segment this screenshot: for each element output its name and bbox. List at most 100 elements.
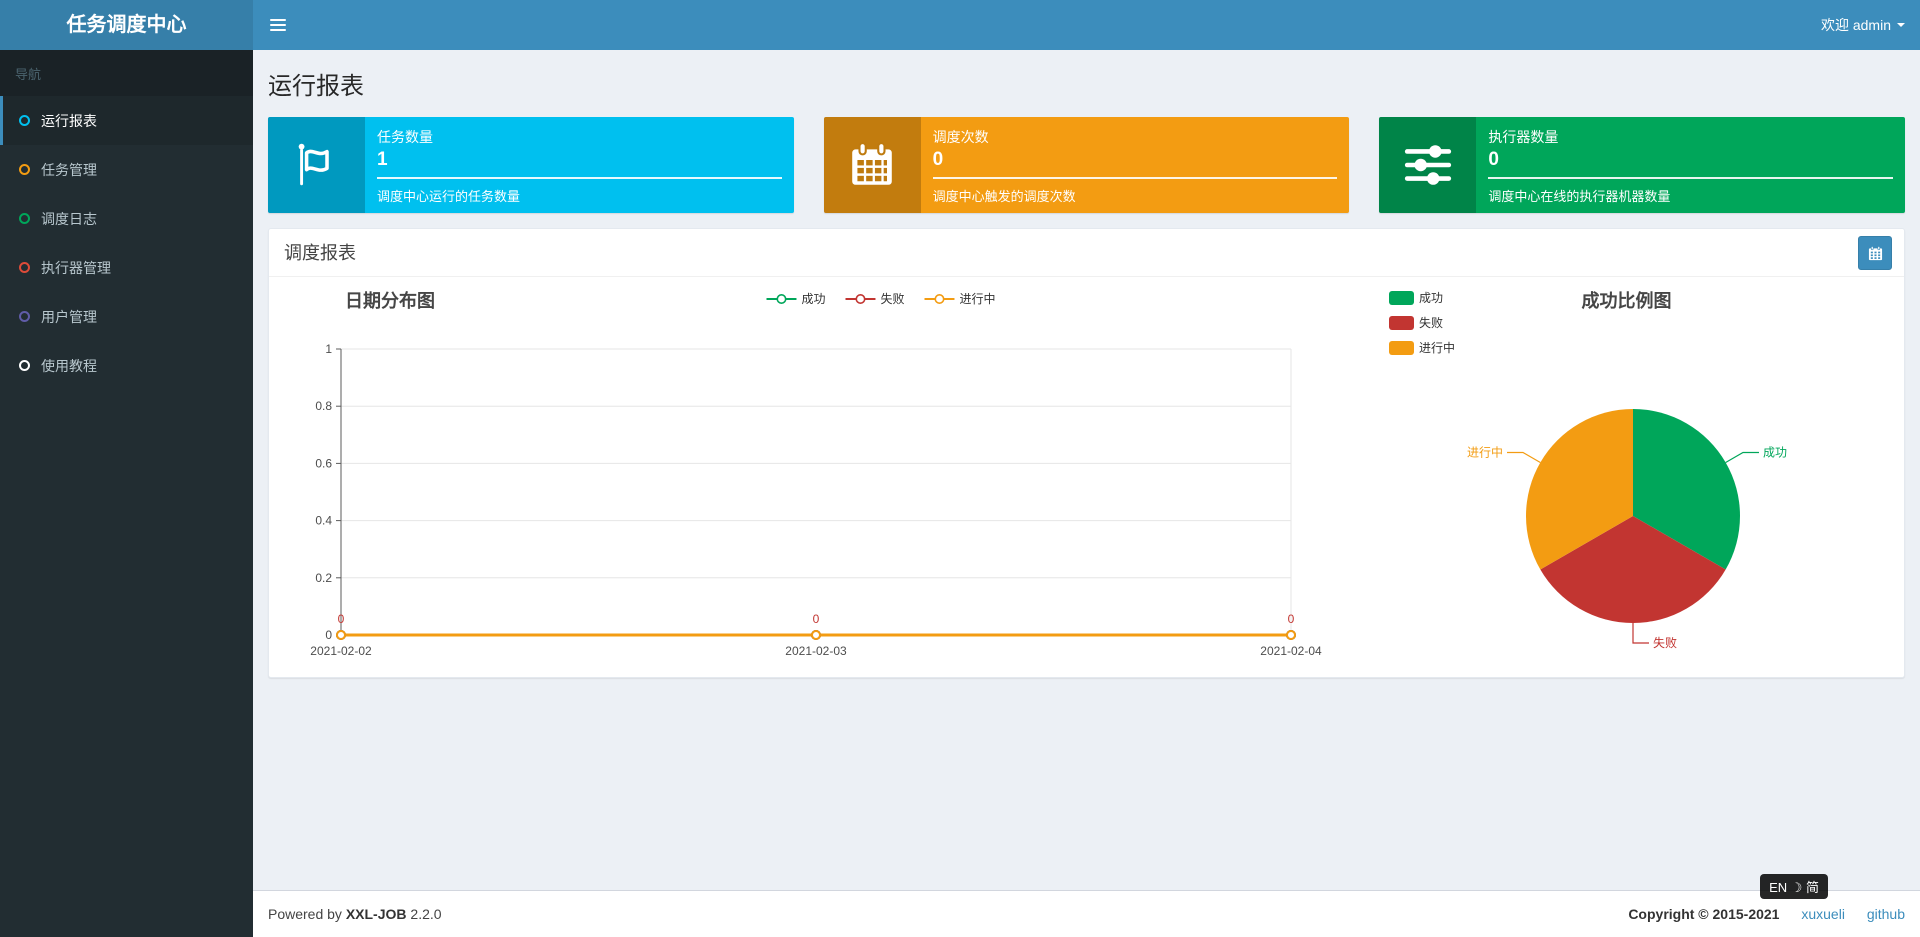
y-axis-tick-label: 1 bbox=[325, 342, 332, 356]
sidebar-item-run-report[interactable]: 运行报表 bbox=[0, 96, 253, 145]
sliders-icon bbox=[1379, 117, 1477, 213]
x-axis-tick-label: 2021-02-02 bbox=[310, 644, 372, 658]
circle-icon bbox=[19, 164, 30, 175]
pie-slice-label: 进行中 bbox=[1467, 445, 1503, 460]
circle-icon bbox=[19, 311, 30, 322]
sidebar-item-label: 执行器管理 bbox=[41, 259, 111, 276]
panel-header: 调度报表 bbox=[269, 229, 1904, 277]
hamburger-icon bbox=[270, 19, 286, 21]
info-box-trigger-count: 调度次数 0 调度中心触发的调度次数 bbox=[823, 117, 1350, 213]
info-box-executor-count: 执行器数量 0 调度中心在线的执行器机器数量 bbox=[1379, 117, 1906, 213]
legend-swatch bbox=[1389, 290, 1414, 305]
circle-icon bbox=[19, 115, 30, 126]
legend-item-running[interactable]: 进行中 bbox=[1389, 339, 1455, 356]
circle-icon bbox=[19, 213, 30, 224]
legend-label: 成功 bbox=[1419, 291, 1444, 305]
panel-title: 调度报表 bbox=[284, 243, 356, 263]
divider bbox=[1488, 177, 1894, 179]
ime-indicator-badge: EN ☽ 简 bbox=[1760, 874, 1828, 899]
x-axis-tick-label: 2021-02-04 bbox=[1260, 644, 1322, 658]
sidebar-item-job-log[interactable]: 调度日志 bbox=[0, 194, 253, 243]
sidebar-item-executor-manage[interactable]: 执行器管理 bbox=[0, 243, 253, 292]
date-distribution-chart: 日期分布图 成功 失败 进行中 0 0.2 0.4 0.6 0.8 1 2021-02-02 20… bbox=[281, 277, 1361, 677]
link-github[interactable]: github bbox=[1867, 906, 1905, 922]
legend-swatch bbox=[1389, 340, 1414, 355]
info-box-description: 调度中心运行的任务数量 bbox=[377, 189, 521, 204]
pie-slice-label: 成功 bbox=[1763, 446, 1787, 460]
pie-chart-legend: 成功 失败 进行中 bbox=[1389, 289, 1455, 364]
sidebar-nav-label: 导航 bbox=[0, 50, 253, 96]
line-marker-icon bbox=[845, 293, 876, 304]
page-title: 运行报表 bbox=[268, 73, 364, 100]
legend-item-running[interactable]: 进行中 bbox=[924, 290, 996, 307]
legend-item-success[interactable]: 成功 bbox=[766, 290, 825, 307]
legend-label: 进行中 bbox=[1419, 341, 1456, 355]
info-box-label: 调度次数 bbox=[932, 129, 989, 145]
info-box-value: 0 bbox=[932, 149, 944, 170]
sidebar-toggle-button[interactable] bbox=[253, 0, 303, 50]
sidebar-item-label: 使用教程 bbox=[41, 357, 97, 374]
sidebar-menu: 运行报表任务管理调度日志执行器管理用户管理使用教程 bbox=[0, 96, 253, 390]
copyright-text: Copyright © 2015-2021 bbox=[1628, 906, 1780, 922]
schedule-report-panel: 调度报表 日期分布图 成功 失败 进行中 0 0.2 0.4 0.6 0.8 1… bbox=[268, 228, 1905, 678]
flag-icon bbox=[268, 117, 365, 213]
sidebar-item-label: 任务管理 bbox=[41, 161, 97, 178]
legend-label: 失败 bbox=[880, 292, 905, 306]
pie-slice-label: 失败 bbox=[1653, 635, 1677, 650]
sidebar-item-help[interactable]: 使用教程 bbox=[0, 341, 253, 390]
legend-label: 进行中 bbox=[959, 292, 996, 306]
sidebar-item-label: 调度日志 bbox=[41, 210, 97, 227]
user-menu[interactable]: 欢迎 admin bbox=[1806, 0, 1920, 50]
content-area: 运行报表 任务数量 1 调度中心运行的任务数量 调度次数 0 调度中心触发的调度次数 执… bbox=[253, 50, 1920, 890]
welcome-text: 欢迎 admin bbox=[1820, 17, 1891, 33]
x-axis-tick-label: 2021-02-03 bbox=[785, 644, 847, 658]
chevron-down-icon bbox=[1897, 23, 1905, 27]
legend-item-fail[interactable]: 失败 bbox=[845, 290, 905, 307]
line-chart-legend: 成功 失败 进行中 bbox=[766, 290, 996, 307]
top-bar: 任务调度中心 欢迎 admin bbox=[0, 0, 1920, 50]
link-xuxueli[interactable]: xuxueli bbox=[1801, 906, 1845, 922]
sidebar: 导航 运行报表任务管理调度日志执行器管理用户管理使用教程 bbox=[0, 50, 253, 937]
point-label: 0 bbox=[338, 612, 345, 626]
pie-chart-title: 成功比例图 bbox=[1581, 291, 1672, 311]
line-marker-icon bbox=[766, 293, 797, 304]
powered-by: Powered by XXL-JOB 2.2.0 bbox=[268, 906, 442, 922]
line-chart-plot: 0 0.2 0.4 0.6 0.8 1 2021-02-02 2021-02-03 2021-0… bbox=[310, 342, 1322, 658]
navbar: 欢迎 admin bbox=[253, 0, 1920, 50]
circle-icon bbox=[19, 360, 30, 371]
charts-row: 日期分布图 成功 失败 进行中 0 0.2 0.4 0.6 0.8 1 2021-02-02 20… bbox=[269, 277, 1904, 677]
circle-icon bbox=[19, 262, 30, 273]
sidebar-item-label: 用户管理 bbox=[41, 308, 97, 325]
brand-name: XXL-JOB bbox=[345, 906, 407, 922]
legend-label: 失败 bbox=[1419, 316, 1444, 330]
info-box-label: 任务数量 bbox=[377, 129, 433, 145]
y-axis-tick-label: 0.2 bbox=[315, 571, 332, 585]
date-range-button[interactable] bbox=[1858, 236, 1892, 270]
app-title[interactable]: 任务调度中心 bbox=[0, 0, 253, 50]
copyright-area: Copyright © 2015-2021 xuxueli github bbox=[1628, 906, 1905, 922]
line-chart-title: 日期分布图 bbox=[345, 291, 435, 311]
sidebar-item-user-manage[interactable]: 用户管理 bbox=[0, 292, 253, 341]
y-axis-tick-label: 0 bbox=[325, 628, 332, 642]
divider bbox=[377, 177, 782, 179]
legend-item-success[interactable]: 成功 bbox=[1389, 289, 1455, 306]
info-box-description: 调度中心在线的执行器机器数量 bbox=[1488, 189, 1671, 204]
point-label: 0 bbox=[813, 612, 820, 626]
legend-item-fail[interactable]: 失败 bbox=[1389, 314, 1455, 331]
legend-swatch bbox=[1389, 315, 1414, 330]
sidebar-item-label: 运行报表 bbox=[41, 112, 97, 129]
sidebar-item-job-manage[interactable]: 任务管理 bbox=[0, 145, 253, 194]
legend-label: 成功 bbox=[801, 292, 826, 306]
y-axis-tick-label: 0.8 bbox=[315, 399, 332, 413]
y-axis-tick-label: 0.4 bbox=[315, 514, 332, 528]
info-box-value: 0 bbox=[1488, 149, 1499, 170]
info-box-job-count: 任务数量 1 调度中心运行的任务数量 bbox=[268, 117, 794, 213]
info-box-value: 1 bbox=[377, 149, 388, 170]
version: 2.2.0 bbox=[410, 906, 442, 922]
y-axis-tick-label: 0.6 bbox=[315, 456, 332, 470]
calendar-icon bbox=[1868, 245, 1882, 260]
calendar-icon bbox=[823, 117, 921, 213]
info-box-label: 执行器数量 bbox=[1488, 129, 1559, 145]
info-box-row: 任务数量 1 调度中心运行的任务数量 调度次数 0 调度中心触发的调度次数 执行器数量 0… bbox=[253, 117, 1920, 213]
info-box-description: 调度中心触发的调度次数 bbox=[932, 189, 1076, 204]
